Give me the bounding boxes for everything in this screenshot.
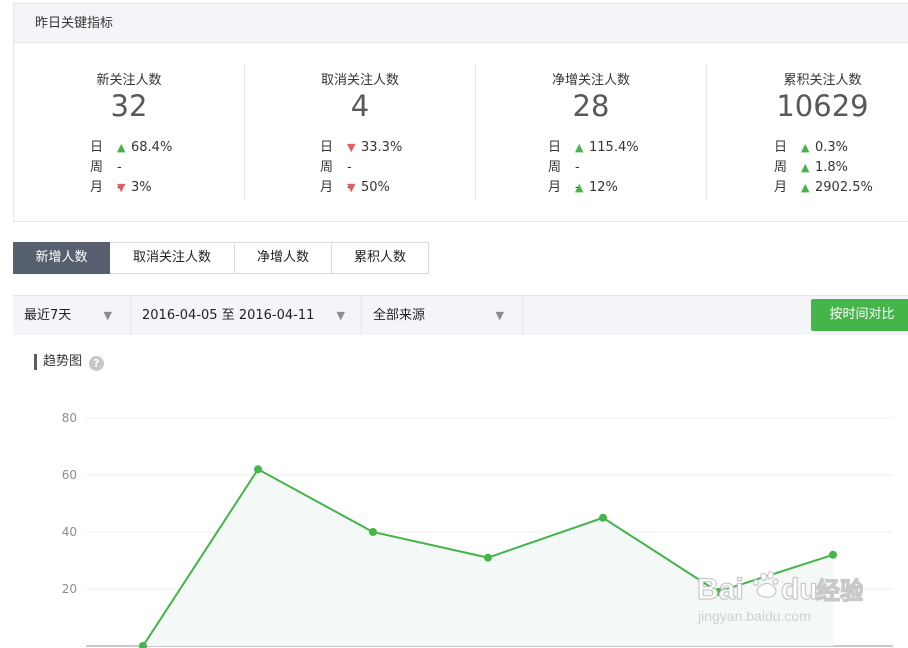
key-metrics-body: 新关注人数 32 日 ▲ 68.4% 周 -- 月 ▼ 3% 取消关注人数 4 … bbox=[14, 43, 908, 221]
tab-unfollows[interactable]: 取消关注人数 bbox=[110, 242, 235, 274]
kpi-card-net-follows: 净增关注人数 28 日 ▲ 115.4% 周 -- 月 ▲ 12% bbox=[476, 64, 707, 200]
y-tick-label: 40 bbox=[62, 525, 77, 539]
dropdown-arrow-icon: ▼ bbox=[336, 309, 345, 322]
paw-logo-icon bbox=[752, 571, 779, 598]
data-point bbox=[484, 553, 492, 562]
kpi-title: 新关注人数 bbox=[96, 73, 162, 88]
arrow-down-icon: ▼ bbox=[347, 181, 356, 194]
watermark-brand-a: Bai bbox=[697, 573, 744, 606]
y-tick-label: 20 bbox=[62, 582, 77, 596]
arrow-up-icon: ▲ bbox=[801, 161, 810, 174]
period-select[interactable]: 最近7天 ▼ bbox=[13, 296, 131, 335]
watermark-url: jingyan.baidu.com bbox=[697, 608, 811, 624]
arrow-down-icon: ▼ bbox=[347, 141, 356, 154]
dropdown-arrow-icon: ▼ bbox=[103, 309, 112, 322]
kpi-title: 累积关注人数 bbox=[783, 73, 862, 88]
kpi-value: 4 bbox=[350, 89, 370, 123]
tab-net-followers[interactable]: 净增人数 bbox=[235, 242, 332, 274]
data-point bbox=[254, 465, 262, 474]
arrow-down-icon: ▼ bbox=[117, 181, 126, 194]
data-point bbox=[369, 528, 377, 536]
kpi-card-unfollows: 取消关注人数 4 日 ▼ 33.3% 周 -- 月 ▼ 50% bbox=[245, 64, 476, 200]
period-select-label: 最近7天 bbox=[24, 308, 72, 323]
arrow-up-icon: ▲ bbox=[117, 141, 126, 154]
watermark-brand-b: du bbox=[781, 573, 818, 606]
compare-by-time-button[interactable]: 按时间对比 bbox=[811, 299, 908, 331]
y-tick-label: 60 bbox=[62, 468, 77, 482]
metric-tabs: 新增人数 取消关注人数 净增人数 累积人数 bbox=[13, 242, 429, 274]
kpi-value: 10629 bbox=[776, 89, 869, 123]
kpi-value: 28 bbox=[572, 89, 610, 123]
kpi-title: 取消关注人数 bbox=[320, 73, 399, 88]
key-metrics-title: 昨日关键指标 bbox=[14, 4, 908, 43]
tab-total-followers[interactable]: 累积人数 bbox=[332, 242, 429, 274]
arrow-up-icon: ▲ bbox=[801, 181, 810, 194]
baidu-jingyan-watermark: Bai du 经验 jingyan.baidu.com bbox=[696, 571, 863, 624]
arrow-up-icon: ▲ bbox=[575, 181, 584, 194]
watermark-brand-c: 经验 bbox=[816, 577, 863, 605]
kpi-value: 32 bbox=[110, 89, 148, 123]
kpi-card-new-follows: 新关注人数 32 日 ▲ 68.4% 周 -- 月 ▼ 3% bbox=[14, 64, 245, 200]
date-range-label: 2016-04-05 至 2016-04-11 bbox=[142, 308, 315, 323]
kpi-card-total-follows: 累积关注人数 10629 日 ▲ 0.3% 周 ▲ 1.8% 月 ▲ 2902.… bbox=[707, 64, 908, 200]
data-point bbox=[599, 513, 607, 522]
arrow-up-icon: ▲ bbox=[801, 141, 810, 154]
y-tick-label: 80 bbox=[62, 411, 77, 425]
source-select-label: 全部来源 bbox=[373, 308, 426, 323]
data-point bbox=[829, 550, 837, 559]
kpi-title: 净增关注人数 bbox=[551, 73, 630, 88]
date-range-select[interactable]: 2016-04-05 至 2016-04-11 ▼ bbox=[131, 296, 362, 335]
filter-bar: 最近7天 ▼ 2016-04-05 至 2016-04-11 ▼ 全部来源 ▼ … bbox=[13, 295, 908, 335]
tab-new-followers[interactable]: 新增人数 bbox=[13, 242, 110, 274]
arrow-up-icon: ▲ bbox=[575, 141, 584, 154]
source-select[interactable]: 全部来源 ▼ bbox=[362, 296, 523, 335]
key-metrics-panel: 昨日关键指标 新关注人数 32 日 ▲ 68.4% 周 -- 月 ▼ 3% 取消… bbox=[13, 3, 908, 222]
dropdown-arrow-icon: ▼ bbox=[495, 309, 504, 322]
